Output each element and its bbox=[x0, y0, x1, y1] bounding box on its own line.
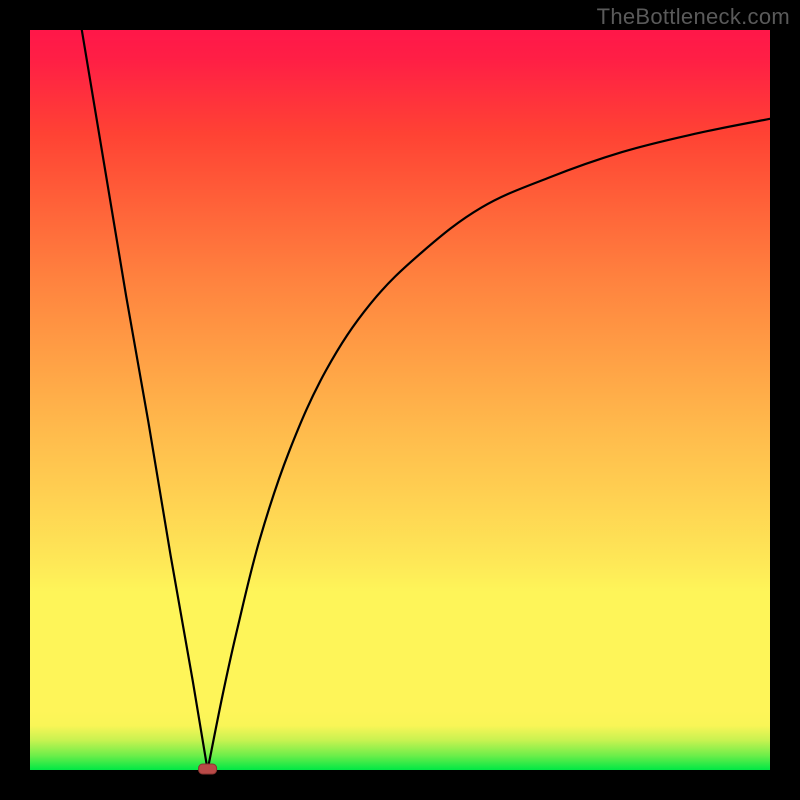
chart-frame: TheBottleneck.com bbox=[0, 0, 800, 800]
plot-area bbox=[30, 30, 770, 770]
optimum-marker bbox=[199, 764, 217, 774]
watermark-text: TheBottleneck.com bbox=[597, 4, 790, 30]
chart-svg bbox=[30, 30, 770, 770]
curve-left-branch bbox=[82, 30, 208, 770]
curve-right-branch bbox=[208, 119, 770, 770]
